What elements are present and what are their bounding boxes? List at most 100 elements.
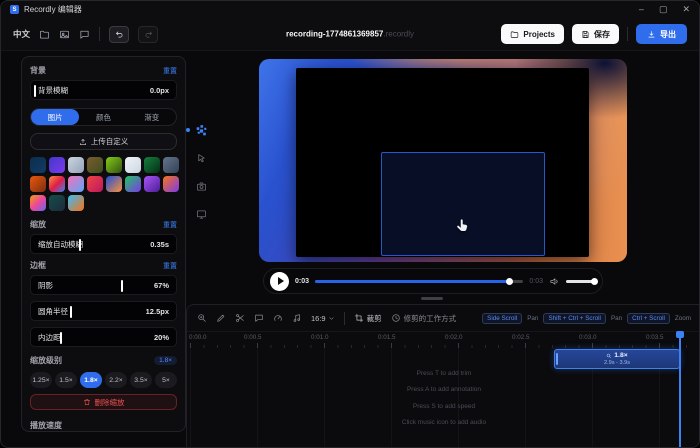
feedback-icon[interactable]	[79, 29, 90, 40]
ruler-tick-label: 0:00.5	[244, 334, 262, 341]
wallpaper-thumb[interactable]	[106, 176, 122, 192]
trash-icon	[83, 398, 91, 406]
timeline-panel: 16:9 裁剪 修剪的工作方式 Side Scroll Pan Shift + …	[186, 304, 700, 448]
wallpaper-thumb[interactable]	[144, 176, 160, 192]
zoom-section-title: 缩放	[30, 219, 46, 230]
segment-time-range: 2.9s - 3.9s	[604, 360, 630, 366]
slider-thumb[interactable]	[60, 332, 62, 344]
settings-sidebar: 背景 重置 背景模糊 0.0px 图片 颜色 渐变 上传自定义	[21, 56, 186, 432]
speed-gauge-icon[interactable]	[273, 313, 283, 323]
annotation-icon[interactable]	[254, 313, 264, 323]
language-button[interactable]: 中文	[13, 28, 30, 40]
open-folder-icon[interactable]	[39, 29, 50, 40]
wallpaper-thumb[interactable]	[49, 176, 65, 192]
slider-thumb[interactable]	[70, 306, 72, 318]
zoom-reset-link[interactable]: 重置	[163, 220, 177, 230]
background-blur-label: 背景模糊	[38, 85, 68, 96]
delete-zoom-button[interactable]: 删除缩放	[30, 394, 177, 410]
wallpaper-thumb[interactable]	[87, 176, 103, 192]
trim-help-button[interactable]: 修剪的工作方式	[391, 313, 457, 324]
shortcut-action: Pan	[527, 315, 538, 322]
wallpaper-thumb[interactable]	[144, 157, 160, 173]
minimize-button[interactable]: –	[639, 5, 644, 14]
corner-radius-slider[interactable]: 圆角半径 12.5px	[30, 301, 177, 321]
cursor-tool[interactable]	[194, 151, 208, 165]
timeline-ruler[interactable]: 0:00.0 0:00.5 0:01.0 0:01.5 0:02.0 0:02.…	[187, 332, 700, 348]
save-icon	[581, 30, 590, 39]
projects-button[interactable]: Projects	[501, 24, 564, 44]
shadow-value: 67%	[154, 281, 169, 290]
music-icon[interactable]	[292, 313, 302, 323]
play-button[interactable]	[270, 272, 289, 291]
zoom-region-selection[interactable]	[381, 152, 545, 256]
zoom-option-2.2x[interactable]: 2.2×	[105, 372, 127, 388]
panel-resize-handle[interactable]	[421, 297, 443, 300]
playhead[interactable]	[679, 335, 681, 447]
zoom-option-1.5x[interactable]: 1.5×	[55, 372, 77, 388]
wallpaper-thumb[interactable]	[87, 157, 103, 173]
wallpaper-thumb[interactable]	[49, 157, 65, 173]
undo-button[interactable]	[109, 26, 129, 43]
recording-frame[interactable]	[296, 68, 589, 257]
background-blur-slider[interactable]: 背景模糊 0.0px	[30, 80, 177, 100]
wallpaper-thumb[interactable]	[125, 157, 141, 173]
zoom-segment[interactable]: 1.8× 2.9s - 3.9s	[554, 349, 680, 369]
wallpaper-thumb[interactable]	[163, 176, 179, 192]
pen-icon[interactable]	[216, 313, 226, 323]
zoom-auto-blur-slider[interactable]: 缩放自动模糊 0.35s	[30, 234, 177, 254]
speaker-icon[interactable]	[549, 276, 560, 287]
volume-knob[interactable]	[591, 278, 598, 285]
maximize-button[interactable]: ▢	[659, 5, 668, 14]
wallpaper-thumb[interactable]	[30, 176, 46, 192]
border-reset-link[interactable]: 重置	[163, 261, 177, 271]
padding-value: 20%	[154, 333, 169, 342]
slider-thumb[interactable]	[121, 280, 123, 292]
playback-speed-title: 播放速度	[30, 420, 62, 431]
upload-custom-button[interactable]: 上传自定义	[30, 133, 177, 150]
zoom-option-1.8x[interactable]: 1.8×	[80, 372, 102, 388]
tab-gradient[interactable]: 渐变	[128, 109, 176, 125]
screenshot-icon[interactable]	[59, 29, 70, 40]
wallpaper-thumb[interactable]	[30, 195, 46, 211]
background-reset-link[interactable]: 重置	[163, 66, 177, 76]
audio-track-hint: Click music icon to add audio	[187, 419, 700, 426]
wallpaper-thumb[interactable]	[68, 157, 84, 173]
zoom-option-5x[interactable]: 5×	[155, 372, 177, 388]
padding-slider[interactable]: 内边距 20%	[30, 327, 177, 347]
wallpaper-thumb[interactable]	[68, 176, 84, 192]
timeline-zoom-icon[interactable]	[197, 313, 207, 323]
screen-tool[interactable]	[194, 207, 208, 221]
export-button[interactable]: 导出	[636, 24, 687, 44]
wallpaper-thumb[interactable]	[30, 157, 46, 173]
zoom-option-3.5x[interactable]: 3.5×	[130, 372, 152, 388]
save-button[interactable]: 保存	[572, 24, 619, 44]
wallpaper-thumb[interactable]	[106, 157, 122, 173]
close-button[interactable]: ✕	[682, 5, 690, 14]
segment-zoom-level: 1.8×	[614, 352, 627, 359]
crop-button[interactable]: 裁剪	[354, 313, 382, 324]
tab-image[interactable]: 图片	[31, 109, 79, 125]
wallpaper-thumb[interactable]	[125, 176, 141, 192]
wallpaper-thumb[interactable]	[163, 157, 179, 173]
shadow-slider[interactable]: 阴影 67%	[30, 275, 177, 295]
video-preview[interactable]	[259, 59, 627, 262]
wallpaper-thumb[interactable]	[68, 195, 84, 211]
seek-bar[interactable]	[315, 280, 523, 283]
ruler-tick-label: 0:03.0	[579, 334, 597, 341]
redo-button[interactable]	[138, 26, 158, 43]
speed-track-hint: Press S to add speed	[187, 403, 700, 410]
wallpaper-thumb[interactable]	[49, 195, 65, 211]
window-title: Recordly 编辑器	[24, 4, 82, 15]
zoom-option-1.25x[interactable]: 1.25×	[30, 372, 52, 388]
slider-thumb[interactable]	[34, 85, 36, 97]
seek-knob[interactable]	[506, 278, 513, 285]
slider-thumb[interactable]	[79, 239, 81, 251]
scissors-icon[interactable]	[235, 313, 245, 323]
current-time: 0:03	[295, 278, 309, 285]
aspect-ratio-dropdown[interactable]: 16:9	[311, 314, 335, 323]
volume-slider[interactable]	[566, 280, 596, 283]
delete-zoom-label: 删除缩放	[95, 397, 125, 408]
zoom-effects-tool[interactable]	[194, 123, 208, 137]
tab-color[interactable]: 颜色	[79, 109, 127, 125]
camera-tool[interactable]	[194, 179, 208, 193]
